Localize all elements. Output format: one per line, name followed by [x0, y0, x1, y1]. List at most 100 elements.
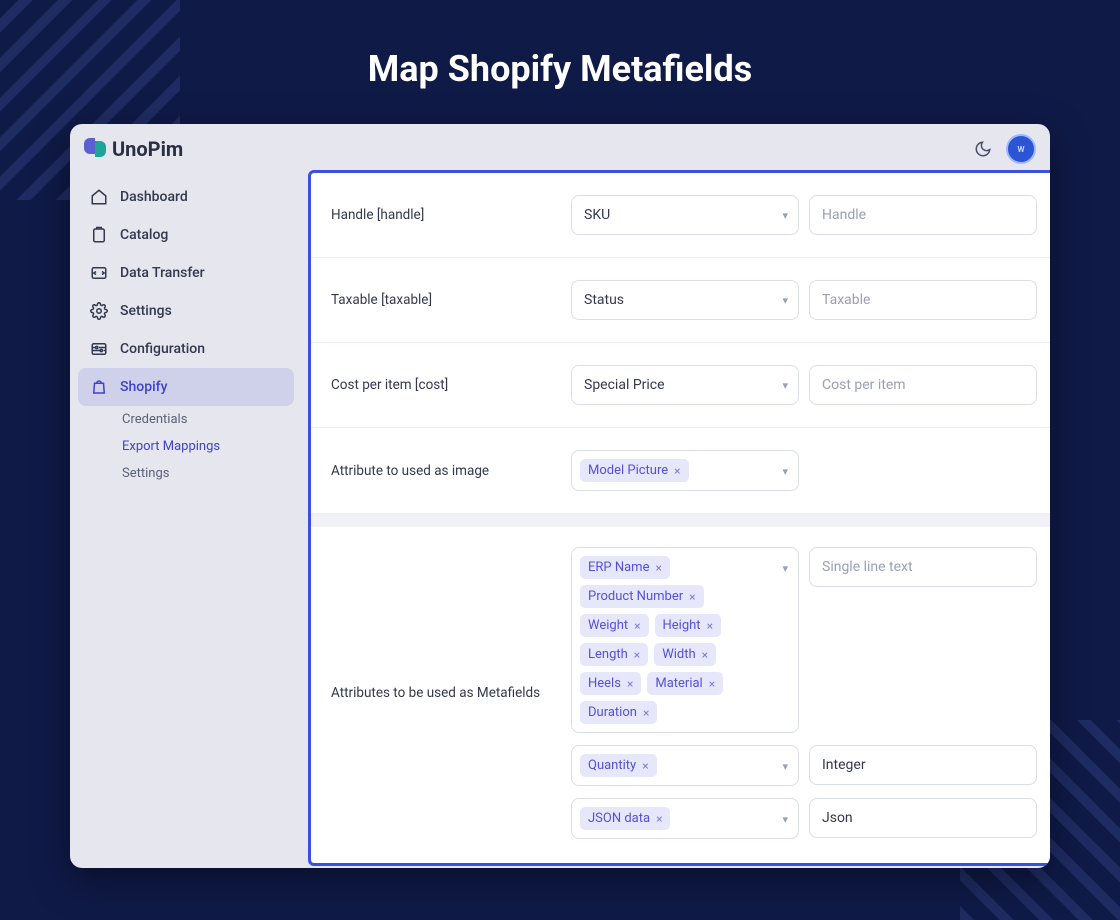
chip-label: Product Number: [588, 589, 683, 604]
app-window: UnoPim W Dashboard Catalog Data Transfer: [70, 124, 1050, 868]
chip: Material×: [647, 672, 723, 695]
chip-label: Model Picture: [588, 463, 668, 478]
chip-remove-icon[interactable]: ×: [643, 706, 649, 720]
sidebar-item-label: Configuration: [120, 341, 205, 357]
field-label: Handle [handle]: [331, 207, 561, 223]
chevron-down-icon: ▾: [782, 813, 788, 826]
sidebar-item-configuration[interactable]: Configuration: [78, 330, 294, 368]
metafield-attribute-select[interactable]: JSON data × ▾: [571, 798, 799, 839]
metafield-row: ERP Name×Product Number×Weight×Height×Le…: [571, 547, 1037, 733]
chip-label: Quantity: [588, 758, 636, 773]
field-label: Attribute to used as image: [331, 463, 561, 479]
chip: Quantity ×: [580, 754, 657, 777]
chip-remove-icon[interactable]: ×: [709, 677, 715, 691]
field-label: Cost per item [cost]: [331, 377, 561, 393]
chip: Length ×: [580, 643, 648, 666]
chip-remove-icon[interactable]: ×: [627, 677, 633, 691]
chevron-down-icon: ▾: [782, 562, 788, 575]
mapping-panel: Handle [handle] SKU ▾ Handle Taxable [ta…: [308, 170, 1050, 866]
chip-label: Length: [588, 647, 628, 662]
submenu-settings[interactable]: Settings: [118, 460, 294, 487]
sidebar-item-data-transfer[interactable]: Data Transfer: [78, 254, 294, 292]
chip: Duration×: [580, 701, 657, 724]
sidebar-item-label: Data Transfer: [120, 265, 205, 281]
field-label: Attributes to be used as Metafields: [331, 685, 540, 701]
sidebar-item-shopify[interactable]: Shopify: [78, 368, 294, 406]
chip-label: Heels: [588, 676, 621, 691]
page-title: Map Shopify Metafields: [0, 0, 1120, 124]
chip-remove-icon[interactable]: ×: [655, 561, 661, 575]
chip: Heels ×: [580, 672, 641, 695]
chip-remove-icon[interactable]: ×: [707, 619, 713, 633]
metafield-type-input[interactable]: Single line text: [809, 547, 1037, 587]
chip: Product Number ×: [580, 585, 704, 608]
select-value: Status: [584, 292, 624, 308]
metafield-row: JSON data × ▾ Json: [571, 798, 1037, 839]
brand: UnoPim: [84, 137, 183, 161]
chip-remove-icon[interactable]: ×: [674, 464, 680, 478]
handle-select[interactable]: SKU ▾: [571, 195, 799, 235]
chip-remove-icon[interactable]: ×: [656, 812, 662, 826]
sidebar-item-label: Dashboard: [120, 189, 188, 205]
sidebar-item-catalog[interactable]: Catalog: [78, 216, 294, 254]
submenu-credentials[interactable]: Credentials: [118, 406, 294, 433]
chip: Model Picture ×: [580, 459, 689, 482]
transfer-icon: [90, 264, 108, 282]
chip-remove-icon[interactable]: ×: [634, 619, 640, 633]
metafield-type-input[interactable]: Json: [809, 798, 1037, 838]
metafields-section: Attributes to be used as Metafields ERP …: [311, 527, 1050, 845]
taxable-default-input[interactable]: Taxable: [809, 280, 1037, 320]
chip-remove-icon[interactable]: ×: [642, 759, 648, 773]
metafield-attribute-select[interactable]: ERP Name×Product Number×Weight×Height×Le…: [571, 547, 799, 733]
brand-name: UnoPim: [112, 137, 183, 161]
chevron-down-icon: ▾: [782, 465, 788, 478]
chip-label: Width: [662, 647, 695, 662]
chevron-down-icon: ▾: [782, 760, 788, 773]
chip-label: Weight: [588, 618, 628, 633]
chip-remove-icon[interactable]: ×: [702, 648, 708, 662]
topbar: UnoPim W: [70, 124, 1050, 174]
metafield-row: Quantity × ▾ Integer: [571, 745, 1037, 786]
handle-default-input[interactable]: Handle: [809, 195, 1037, 235]
chevron-down-icon: ▾: [782, 379, 788, 392]
sliders-icon: [90, 340, 108, 358]
select-value: Special Price: [584, 377, 665, 393]
sidebar-item-label: Settings: [120, 303, 172, 319]
field-row-handle: Handle [handle] SKU ▾ Handle: [311, 173, 1050, 258]
chip-remove-icon[interactable]: ×: [634, 648, 640, 662]
sidebar-item-dashboard[interactable]: Dashboard: [78, 178, 294, 216]
field-row-image: Attribute to used as image Model Picture…: [311, 428, 1050, 513]
shopify-submenu: Credentials Export Mappings Settings: [78, 406, 294, 487]
field-label: Taxable [taxable]: [331, 292, 561, 308]
sidebar-item-label: Catalog: [120, 227, 168, 243]
section-divider: [311, 513, 1050, 527]
brand-logo-icon: [84, 138, 106, 160]
cost-default-input[interactable]: Cost per item: [809, 365, 1037, 405]
metafield-type-input[interactable]: Integer: [809, 745, 1037, 785]
chip: Weight ×: [580, 614, 649, 637]
image-attribute-select[interactable]: Model Picture × ▾: [571, 450, 799, 491]
avatar[interactable]: W: [1006, 134, 1036, 164]
chip-label: ERP Name: [588, 560, 649, 575]
chip-label: JSON data: [588, 811, 650, 826]
dark-mode-icon[interactable]: [974, 140, 992, 158]
chip: Height ×: [655, 614, 721, 637]
gear-icon: [90, 302, 108, 320]
bag-icon: [90, 378, 108, 396]
chevron-down-icon: ▾: [782, 209, 788, 222]
cost-select[interactable]: Special Price ▾: [571, 365, 799, 405]
metafield-attribute-select[interactable]: Quantity × ▾: [571, 745, 799, 786]
sidebar-item-label: Shopify: [120, 379, 167, 395]
chip: Width ×: [654, 643, 716, 666]
sidebar-item-settings[interactable]: Settings: [78, 292, 294, 330]
field-row-cost: Cost per item [cost] Special Price ▾ Cos…: [311, 343, 1050, 428]
chip: ERP Name ×: [580, 556, 670, 579]
sidebar: Dashboard Catalog Data Transfer Settings…: [70, 174, 302, 868]
chip-remove-icon[interactable]: ×: [689, 590, 695, 604]
chip-label: Height: [663, 618, 701, 633]
taxable-select[interactable]: Status ▾: [571, 280, 799, 320]
home-icon: [90, 188, 108, 206]
submenu-export-mappings[interactable]: Export Mappings: [118, 433, 294, 460]
field-row-taxable: Taxable [taxable] Status ▾ Taxable: [311, 258, 1050, 343]
select-value: SKU: [584, 207, 610, 223]
